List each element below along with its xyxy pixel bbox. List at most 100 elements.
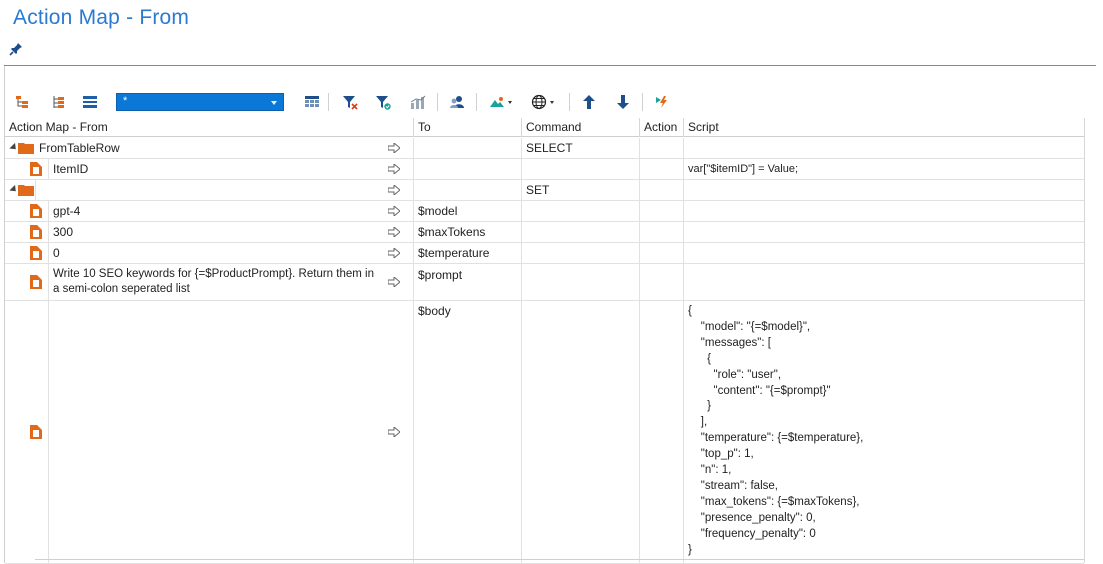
map-arrow-icon[interactable] xyxy=(388,427,400,437)
toolbar-separator xyxy=(476,93,477,111)
action-cell[interactable] xyxy=(640,159,684,179)
table-row[interactable]: 0 $temperature xyxy=(5,243,1084,264)
action-cell[interactable] xyxy=(640,243,684,263)
script-cell[interactable] xyxy=(684,180,1084,200)
toolbar: * xyxy=(12,90,692,114)
action-cell[interactable] xyxy=(640,222,684,242)
field-icon xyxy=(30,275,42,289)
from-value: FromTableRow xyxy=(39,141,120,155)
from-cell[interactable]: FromTableRow xyxy=(5,138,414,158)
command-cell[interactable]: SET xyxy=(522,180,640,200)
from-value-line: a semi-colon seperated list xyxy=(53,283,190,295)
command-cell[interactable] xyxy=(522,301,640,563)
tree-expand-icon[interactable] xyxy=(12,92,32,112)
from-cell[interactable]: 300 xyxy=(5,222,414,243)
grid-bottom-line xyxy=(35,559,1084,560)
table-row[interactable]: FromTableRow SELECT xyxy=(5,138,1084,159)
map-arrow-icon[interactable] xyxy=(388,185,400,195)
script-cell[interactable]: { "model": "{=$model}", "messages": [ { … xyxy=(684,301,1084,563)
table-row[interactable]: 300 $maxTokens xyxy=(5,222,1084,243)
to-cell[interactable]: $prompt xyxy=(414,264,522,300)
field-icon xyxy=(30,225,42,239)
table-row[interactable]: ItemID var["$itemID"] = Value; xyxy=(5,159,1084,180)
field-icon xyxy=(30,162,42,176)
from-cell[interactable]: ItemID xyxy=(5,159,414,180)
toolbar-separator xyxy=(437,93,438,111)
page-title: Action Map - From xyxy=(13,6,190,29)
command-cell[interactable] xyxy=(522,159,640,179)
from-cell[interactable]: Write 10 SEO keywords for {=$ProductProm… xyxy=(5,264,414,301)
list-icon[interactable] xyxy=(80,92,100,112)
from-value: gpt-4 xyxy=(53,204,81,218)
globe-dropdown-icon[interactable] xyxy=(530,92,558,112)
filter-apply-icon[interactable] xyxy=(373,92,393,112)
table-view-icon[interactable] xyxy=(302,92,322,112)
table-row[interactable]: $body { "model": "{=$model}", "messages"… xyxy=(5,301,1084,564)
table-row[interactable]: gpt-4 $model xyxy=(5,201,1084,222)
header-divider xyxy=(4,65,1096,66)
toolbar-separator xyxy=(642,93,643,111)
chevron-down-icon xyxy=(271,101,277,105)
field-icon xyxy=(30,246,42,260)
command-cell[interactable] xyxy=(522,201,640,221)
action-cell[interactable] xyxy=(640,138,684,158)
map-arrow-icon[interactable] xyxy=(388,227,400,237)
move-up-icon[interactable] xyxy=(579,92,599,112)
table-row[interactable]: Write 10 SEO keywords for {=$ProductProm… xyxy=(5,264,1084,301)
to-cell[interactable] xyxy=(414,180,522,200)
script-cell[interactable] xyxy=(684,243,1084,263)
action-cell[interactable] xyxy=(640,180,684,200)
map-arrow-icon[interactable] xyxy=(388,206,400,216)
column-header-command[interactable]: Command xyxy=(522,118,640,137)
script-cell[interactable] xyxy=(684,222,1084,242)
grid-right-border xyxy=(1084,118,1085,563)
from-cell[interactable]: 0 xyxy=(5,243,414,264)
column-header-script[interactable]: Script xyxy=(684,118,1084,137)
tree-collapse-icon[interactable] xyxy=(48,92,68,112)
from-cell[interactable]: gpt-4 xyxy=(5,201,414,222)
image-dropdown-icon[interactable] xyxy=(488,92,516,112)
script-cell[interactable] xyxy=(684,138,1084,158)
command-cell[interactable] xyxy=(522,264,640,300)
column-header-action[interactable]: Action xyxy=(640,118,684,137)
map-arrow-icon[interactable] xyxy=(388,248,400,258)
filter-clear-icon[interactable] xyxy=(340,92,360,112)
from-cell[interactable] xyxy=(5,180,414,201)
script-cell[interactable]: var["$itemID"] = Value; xyxy=(684,159,1084,179)
command-cell[interactable]: SELECT xyxy=(522,138,640,158)
chart-icon[interactable] xyxy=(408,92,428,112)
action-cell[interactable] xyxy=(640,264,684,300)
script-cell[interactable] xyxy=(684,264,1084,300)
to-cell[interactable]: $maxTokens xyxy=(414,222,522,242)
column-header-from[interactable]: Action Map - From xyxy=(5,118,414,137)
command-cell[interactable] xyxy=(522,222,640,242)
field-icon xyxy=(30,425,42,439)
toolbar-separator xyxy=(328,93,329,111)
move-down-icon[interactable] xyxy=(613,92,633,112)
from-value: ItemID xyxy=(53,162,89,176)
command-cell[interactable] xyxy=(522,243,640,263)
to-cell[interactable]: $model xyxy=(414,201,522,221)
from-value: 0 xyxy=(53,246,60,260)
filter-combo-value: * xyxy=(123,95,128,107)
to-cell[interactable] xyxy=(414,159,522,179)
to-cell[interactable]: $body xyxy=(414,301,522,563)
to-cell[interactable] xyxy=(414,138,522,158)
folder-icon xyxy=(18,185,34,196)
run-icon[interactable] xyxy=(652,92,672,112)
column-header-to[interactable]: To xyxy=(414,118,522,137)
filter-combo[interactable]: * xyxy=(116,93,284,111)
folder-icon xyxy=(18,143,34,154)
from-cell[interactable] xyxy=(5,301,414,563)
users-icon[interactable] xyxy=(447,92,467,112)
map-arrow-icon[interactable] xyxy=(388,143,400,153)
to-cell[interactable]: $temperature xyxy=(414,243,522,263)
script-cell[interactable] xyxy=(684,201,1084,221)
table-row[interactable]: SET xyxy=(5,180,1084,201)
pin-icon[interactable] xyxy=(9,42,23,56)
action-cell[interactable] xyxy=(640,301,684,563)
map-arrow-icon[interactable] xyxy=(388,164,400,174)
map-arrow-icon[interactable] xyxy=(388,277,400,287)
action-cell[interactable] xyxy=(640,201,684,221)
field-icon xyxy=(30,204,42,218)
